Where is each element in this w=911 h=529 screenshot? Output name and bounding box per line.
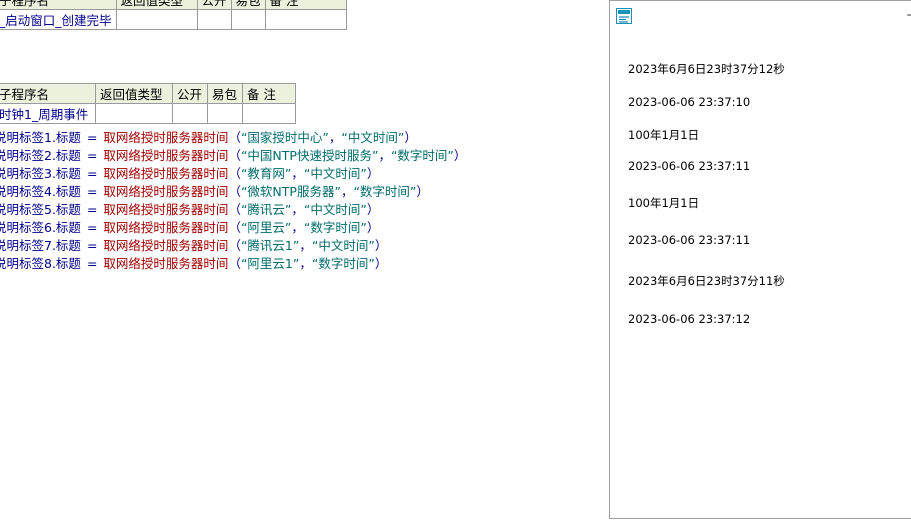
return-type-cell[interactable] bbox=[95, 103, 173, 124]
label-4: 2023-06-06 23:37:11 bbox=[628, 159, 751, 173]
assign-operator: = bbox=[86, 256, 98, 271]
label-3: 100年1月1日 bbox=[628, 128, 700, 142]
arg-format: “数字时间” bbox=[390, 148, 454, 163]
col-public: 公开 bbox=[172, 83, 208, 104]
assign-target: 说明标签8.标题 bbox=[0, 256, 81, 271]
arg-server: “阿里云” bbox=[240, 220, 292, 235]
public-cell[interactable] bbox=[196, 9, 232, 30]
code-line[interactable]: 说明标签6.标题 = 取网络授时服务器时间（“阿里云”，“数字时间”） bbox=[0, 219, 379, 237]
code-line[interactable]: 说明标签5.标题 = 取网络授时服务器时间（“腾讯云”，“中文时间”） bbox=[0, 201, 379, 219]
function-name: 取网络授时服务器时间 bbox=[103, 166, 229, 181]
easy-pack-cell[interactable] bbox=[207, 103, 243, 124]
minimize-button[interactable]: – bbox=[900, 5, 911, 25]
subroutine-table-startup: 子程序名 返回值类型 公开 易包 备 注 _启动窗口_创建完毕 bbox=[0, 0, 347, 30]
col-subroutine-name: 子程序名 bbox=[0, 83, 96, 104]
code-line[interactable]: 说明标签3.标题 = 取网络授时服务器时间（“教育网”，“中文时间”） bbox=[0, 165, 379, 183]
col-easy-pack: 易包 bbox=[230, 0, 266, 10]
function-name: 取网络授时服务器时间 bbox=[103, 148, 229, 163]
remark-cell[interactable] bbox=[242, 103, 296, 124]
arg-server: “腾讯云1” bbox=[240, 238, 300, 253]
code-line[interactable]: 说明标签2.标题 = 取网络授时服务器时间（“中国NTP快速授时服务”，“数字时间”… bbox=[0, 147, 466, 165]
function-name: 取网络授时服务器时间 bbox=[103, 220, 229, 235]
subroutine-table-timer: 子程序名 返回值类型 公开 易包 备 注 时钟1_周期事件 bbox=[0, 83, 296, 124]
code-line[interactable]: 说明标签4.标题 = 取网络授时服务器时间（“微软NTP服务器”，“数字时间”） bbox=[0, 183, 429, 201]
assign-target: 说明标签3.标题 bbox=[0, 166, 81, 181]
assign-operator: = bbox=[86, 220, 98, 235]
assign-target: 说明标签2.标题 bbox=[0, 148, 81, 163]
assign-target: 说明标签5.标题 bbox=[0, 202, 81, 217]
public-cell[interactable] bbox=[172, 103, 208, 124]
arg-server: “微软NTP服务器” bbox=[240, 184, 341, 199]
assign-target: 说明标签1.标题 bbox=[0, 130, 81, 145]
assign-operator: = bbox=[86, 238, 98, 253]
arg-format: “数字时间” bbox=[303, 220, 367, 235]
col-easy-pack: 易包 bbox=[207, 83, 243, 104]
subroutine-name-cell[interactable]: _启动窗口_创建完毕 bbox=[0, 9, 117, 30]
col-subroutine-name: 子程序名 bbox=[0, 0, 117, 10]
assign-operator: = bbox=[86, 166, 98, 181]
assign-target: 说明标签6.标题 bbox=[0, 220, 81, 235]
title-bar[interactable]: – bbox=[610, 1, 911, 32]
assign-operator: = bbox=[86, 202, 98, 217]
arg-format: “中文时间” bbox=[303, 202, 367, 217]
arg-format: “数字时间” bbox=[353, 184, 417, 199]
app-logo-icon bbox=[616, 8, 632, 24]
col-public: 公开 bbox=[196, 0, 232, 10]
label-1: 2023年6月6日23时37分12秒 bbox=[628, 62, 785, 76]
assign-target: 说明标签4.标题 bbox=[0, 184, 81, 199]
function-name: 取网络授时服务器时间 bbox=[103, 238, 229, 253]
assign-operator: = bbox=[86, 130, 98, 145]
arg-server: “阿里云1” bbox=[240, 256, 300, 271]
arg-format: “数字时间” bbox=[311, 256, 375, 271]
col-remark: 备 注 bbox=[242, 83, 296, 104]
subroutine-name-cell[interactable]: 时钟1_周期事件 bbox=[0, 103, 96, 124]
function-name: 取网络授时服务器时间 bbox=[103, 130, 229, 145]
arg-server: “国家授时中心” bbox=[240, 130, 329, 145]
code-line[interactable]: 说明标签1.标题 = 取网络授时服务器时间（“国家授时中心”，“中文时间”） bbox=[0, 129, 417, 147]
arg-format: “中文时间” bbox=[303, 166, 367, 181]
code-line[interactable]: 说明标签8.标题 = 取网络授时服务器时间（“阿里云1”，“数字时间”） bbox=[0, 255, 387, 273]
assign-operator: = bbox=[86, 148, 98, 163]
arg-format: “中文时间” bbox=[341, 130, 405, 145]
function-name: 取网络授时服务器时间 bbox=[103, 184, 229, 199]
label-8: 2023-06-06 23:37:12 bbox=[628, 312, 751, 326]
col-return-type: 返回值类型 bbox=[115, 0, 198, 10]
arg-server: “腾讯云” bbox=[240, 202, 292, 217]
code-line[interactable]: 说明标签7.标题 = 取网络授时服务器时间（“腾讯云1”，“中文时间”） bbox=[0, 237, 387, 255]
arg-format: “中文时间” bbox=[311, 238, 375, 253]
label-5: 100年1月1日 bbox=[628, 196, 700, 210]
easy-pack-cell[interactable] bbox=[230, 9, 266, 30]
remark-cell[interactable] bbox=[264, 9, 347, 30]
col-return-type: 返回值类型 bbox=[95, 83, 173, 104]
function-name: 取网络授时服务器时间 bbox=[103, 256, 229, 271]
return-type-cell[interactable] bbox=[115, 9, 198, 30]
col-remark: 备 注 bbox=[264, 0, 347, 10]
label-2: 2023-06-06 23:37:10 bbox=[628, 95, 751, 109]
function-name: 取网络授时服务器时间 bbox=[103, 202, 229, 217]
arg-server: “教育网” bbox=[240, 166, 292, 181]
app-window[interactable]: – 2023年6月6日23时37分12秒 2023-06-06 23:37:10… bbox=[609, 0, 911, 519]
arg-server: “中国NTP快速授时服务” bbox=[240, 148, 379, 163]
assign-target: 说明标签7.标题 bbox=[0, 238, 81, 253]
label-7: 2023年6月6日23时37分11秒 bbox=[628, 274, 785, 288]
assign-operator: = bbox=[86, 184, 98, 199]
label-6: 2023-06-06 23:37:11 bbox=[628, 233, 751, 247]
